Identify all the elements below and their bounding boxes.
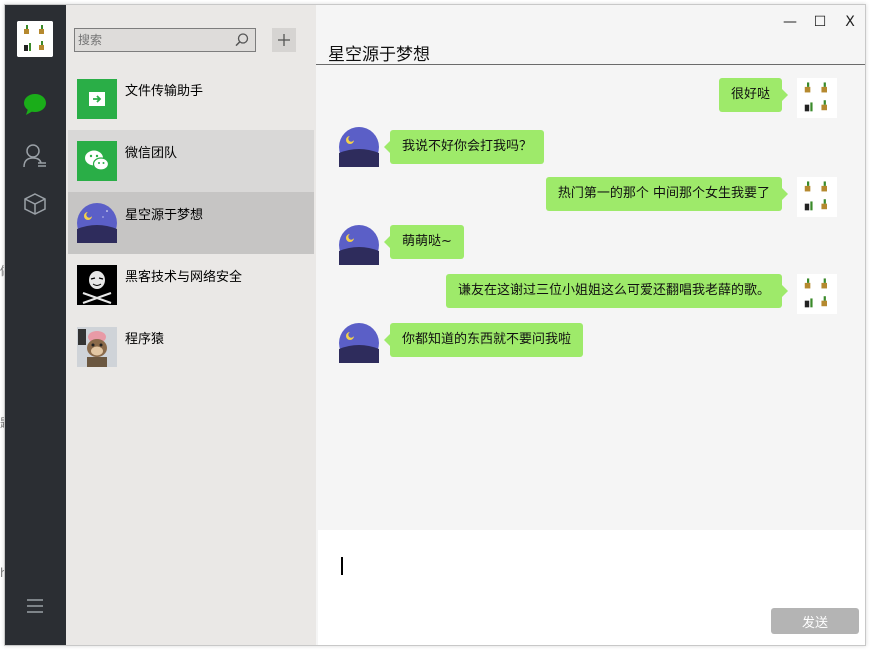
favorites-tab[interactable] <box>20 189 50 219</box>
file-transfer-icon <box>77 79 117 119</box>
chat-panel: 星空源于梦想 — ☐ X 很好哒 我说不好你会打我吗？ 热门第一的那个 中间那个… <box>316 5 865 645</box>
chat-bubble-icon <box>24 94 46 115</box>
hacker-mask-avatar <box>77 265 117 305</box>
search-box <box>74 28 256 52</box>
search-input[interactable] <box>78 31 228 49</box>
message-bubble[interactable]: 谦友在这谢过三位小姐姐这么可爱还翻唱我老薛的歌。 <box>445 274 789 308</box>
contact-avatar[interactable] <box>339 127 379 167</box>
contacts-tab[interactable] <box>20 141 50 171</box>
contact-name: 微信团队 <box>125 146 178 161</box>
close-icon: X <box>845 14 855 30</box>
contact-item-wechat-team[interactable]: 微信团队 <box>68 130 314 192</box>
contact-name: 黑客技术与网络安全 <box>125 270 243 285</box>
message-item: 萌萌哒~ <box>316 225 865 265</box>
message-bubble[interactable]: 热门第一的那个 中间那个女生我要了 <box>545 177 789 211</box>
message-bubble[interactable]: 我说不好你会打我吗？ <box>383 130 545 164</box>
wechat-icon <box>77 141 117 181</box>
message-bubble[interactable]: 你都知道的东西就不要问我啦 <box>383 323 584 357</box>
maximize-button[interactable]: ☐ <box>809 11 831 33</box>
message-item: 很好哒 <box>316 78 865 118</box>
navigation-sidebar <box>5 5 66 645</box>
contact-avatar[interactable] <box>339 225 379 265</box>
message-input-area[interactable]: 发送 <box>318 530 865 645</box>
message-bubble[interactable]: 很好哒 <box>718 78 789 112</box>
close-button[interactable]: X <box>839 11 861 33</box>
my-avatar[interactable] <box>797 274 837 314</box>
message-item: 你都知道的东西就不要问我啦 <box>316 323 865 363</box>
menu-button[interactable] <box>20 591 50 621</box>
contacts-icon <box>23 144 46 168</box>
night-sky-avatar <box>77 203 117 243</box>
send-button[interactable]: 发送 <box>771 608 859 634</box>
search-icon[interactable] <box>234 32 250 48</box>
message-item: 我说不好你会打我吗？ <box>316 127 865 167</box>
chat-title: 星空源于梦想 <box>328 45 430 65</box>
contact-name: 程序猿 <box>125 332 165 347</box>
contact-item-hacker[interactable]: 黑客技术与网络安全 <box>68 254 314 316</box>
contact-item-programmer[interactable]: 程序猿 <box>68 316 314 378</box>
menu-icon <box>27 599 43 613</box>
my-avatar[interactable] <box>797 177 837 217</box>
message-item: 谦友在这谢过三位小姐姐这么可爱还翻唱我老薛的歌。 <box>316 274 865 314</box>
minimize-button[interactable]: — <box>779 11 801 33</box>
message-bubble[interactable]: 萌萌哒~ <box>384 225 464 259</box>
text-caret <box>341 557 343 575</box>
cube-icon <box>24 193 46 215</box>
my-avatar[interactable] <box>17 21 53 57</box>
maximize-icon: ☐ <box>813 14 827 30</box>
plus-icon <box>278 34 290 46</box>
chat-header: 星空源于梦想 — ☐ X <box>316 5 865 65</box>
chat-tab[interactable] <box>20 89 50 119</box>
add-chat-button[interactable] <box>272 28 296 52</box>
contact-name: 文件传输助手 <box>125 84 204 99</box>
monkey-avatar <box>77 327 117 367</box>
contact-name: 星空源于梦想 <box>125 208 204 223</box>
wechat-window: 文件传输助手 微信团队 <box>4 4 866 646</box>
message-item: 热门第一的那个 中间那个女生我要了 <box>316 177 865 217</box>
contact-avatar[interactable] <box>339 323 379 363</box>
contact-item-xingkong[interactable]: 星空源于梦想 <box>68 192 314 254</box>
minimize-icon: — <box>783 14 797 30</box>
contact-item-file-transfer[interactable]: 文件传输助手 <box>68 68 314 130</box>
my-avatar[interactable] <box>797 78 837 118</box>
contacts-panel: 文件传输助手 微信团队 <box>66 5 316 645</box>
